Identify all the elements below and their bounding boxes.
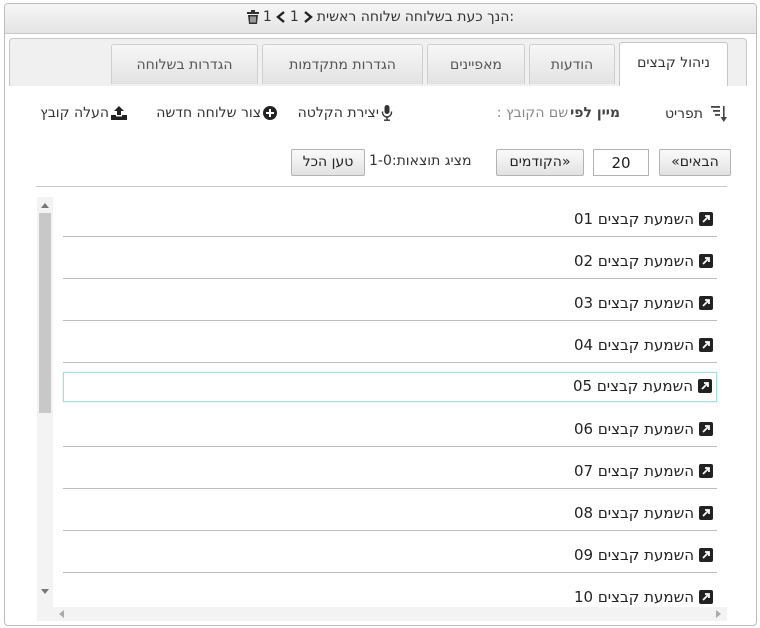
file-name: 08 השמעת קבצים — [573, 504, 694, 522]
file-list-item[interactable]: 04 השמעת קבצים — [63, 331, 717, 363]
next-page-button[interactable]: «הבאים — [659, 149, 731, 176]
create-extension-label: צור שלוחה חדשה — [156, 105, 261, 121]
external-link-icon[interactable] — [699, 464, 713, 478]
create-recording-label: יצירת הקלטה — [297, 105, 379, 121]
external-link-icon[interactable] — [699, 254, 713, 268]
scroll-down-arrow-icon[interactable] — [41, 589, 49, 594]
toolbar: תפריט מיין לפי : שם הקובץ יצירת הקלטה צו… — [9, 86, 747, 140]
external-link-icon[interactable] — [698, 379, 712, 393]
section-divider — [36, 186, 727, 187]
menu-button[interactable]: תפריט — [665, 105, 727, 123]
title-prefix: הנך כעת בשלוחה: — [404, 9, 515, 25]
external-link-icon[interactable] — [699, 212, 713, 226]
breadcrumb-crumb-1[interactable]: 1 — [290, 9, 299, 25]
microphone-icon — [381, 105, 393, 121]
file-name: 10 השמעת קבצים — [573, 588, 694, 606]
file-name: 04 השמעת קבצים — [573, 336, 694, 354]
external-link-icon[interactable] — [699, 296, 713, 310]
scroll-right-arrow-icon[interactable] — [716, 610, 721, 618]
file-list-item[interactable]: 06 השמעת קבצים — [63, 415, 717, 447]
tab-extension-settings[interactable]: הגדרות בשלוחה — [111, 44, 258, 84]
file-management-panel: תפריט מיין לפי : שם הקובץ יצירת הקלטה צו… — [9, 86, 747, 621]
external-link-icon[interactable] — [699, 548, 713, 562]
app-window: הנך כעת בשלוחה: שלוחה ראשית 1 1 ניהול קב… — [4, 3, 757, 626]
sort-selector[interactable]: מיין לפי : שם הקובץ — [497, 105, 620, 121]
external-link-icon[interactable] — [699, 422, 713, 436]
sort-value: : שם הקובץ — [496, 105, 569, 121]
load-all-button[interactable]: טען הכל — [291, 149, 365, 176]
plus-circle-icon — [263, 106, 277, 120]
sort-by-label: מיין לפי — [570, 105, 620, 121]
horizontal-scrollbar[interactable] — [53, 607, 727, 621]
file-list-item[interactable]: 03 השמעת קבצים — [63, 289, 717, 321]
file-name: 06 השמעת קבצים — [573, 420, 694, 438]
title-bar: הנך כעת בשלוחה: שלוחה ראשית 1 1 — [5, 4, 756, 34]
file-name: 09 השמעת קבצים — [573, 546, 694, 564]
file-name: 01 השמעת קבצים — [573, 210, 694, 228]
file-list-container: 01 השמעת קבצים 02 השמעת קבצים 03 השמעת ק… — [37, 197, 727, 621]
file-list-item[interactable]: 07 השמעת קבצים — [63, 457, 717, 489]
previous-page-button[interactable]: הקודמים» — [496, 149, 584, 176]
breadcrumb-main-extension[interactable]: שלוחה ראשית — [317, 9, 401, 25]
tab-advanced-settings[interactable]: הגדרות מתקדמות — [262, 44, 423, 84]
chevron-right-icon — [303, 11, 313, 23]
upload-file-button[interactable]: העלה קובץ — [40, 105, 127, 121]
tab-messages[interactable]: הודעות — [529, 44, 615, 84]
file-name: 02 השמעת קבצים — [573, 252, 694, 270]
create-extension-button[interactable]: צור שלוחה חדשה — [156, 105, 277, 121]
vertical-scrollbar[interactable] — [37, 197, 53, 607]
tab-properties[interactable]: מאפיינים — [427, 44, 525, 84]
results-status: מציג תוצאות:1-0 — [369, 153, 472, 169]
file-name: 07 השמעת קבצים — [573, 462, 694, 480]
external-link-icon[interactable] — [699, 590, 713, 604]
external-link-icon[interactable] — [699, 338, 713, 352]
file-list: 01 השמעת קבצים 02 השמעת קבצים 03 השמעת ק… — [53, 197, 727, 607]
tab-file-management[interactable]: ניהול קבצים — [619, 42, 728, 87]
file-list-item[interactable]: 10 השמעת קבצים — [63, 583, 717, 607]
create-recording-button[interactable]: יצירת הקלטה — [298, 105, 393, 121]
file-list-item[interactable]: 08 השמעת קבצים — [63, 499, 717, 531]
menu-label: תפריט — [664, 106, 703, 122]
scroll-left-arrow-icon[interactable] — [59, 610, 64, 618]
file-name: 03 השמעת קבצים — [573, 294, 694, 312]
chevron-left-icon — [275, 11, 285, 23]
breadcrumb-crumb-2[interactable]: 1 — [263, 9, 272, 25]
upload-file-label: העלה קובץ — [40, 105, 109, 121]
page-size-input[interactable] — [593, 149, 649, 176]
tab-bar: ניהול קבצים הודעות מאפיינים הגדרות מתקדמ… — [9, 38, 747, 88]
sort-filter-icon — [711, 106, 727, 122]
upload-icon — [111, 106, 127, 120]
scroll-up-arrow-icon[interactable] — [41, 203, 49, 208]
breadcrumb: הנך כעת בשלוחה: שלוחה ראשית 1 1 — [5, 9, 756, 25]
external-link-icon[interactable] — [699, 506, 713, 520]
pagination-bar: «הבאים הקודמים» מציג תוצאות:1-0 טען הכל — [9, 149, 747, 179]
scrollbar-thumb[interactable] — [39, 213, 51, 413]
file-name: 05 השמעת קבצים — [572, 377, 693, 395]
file-list-item-selected[interactable]: 05 השמעת קבצים — [63, 372, 717, 402]
file-list-item[interactable]: 01 השמעת קבצים — [63, 205, 717, 237]
file-list-item[interactable]: 09 השמעת קבצים — [63, 541, 717, 573]
trash-icon[interactable] — [246, 10, 259, 24]
file-list-item[interactable]: 02 השמעת קבצים — [63, 247, 717, 279]
